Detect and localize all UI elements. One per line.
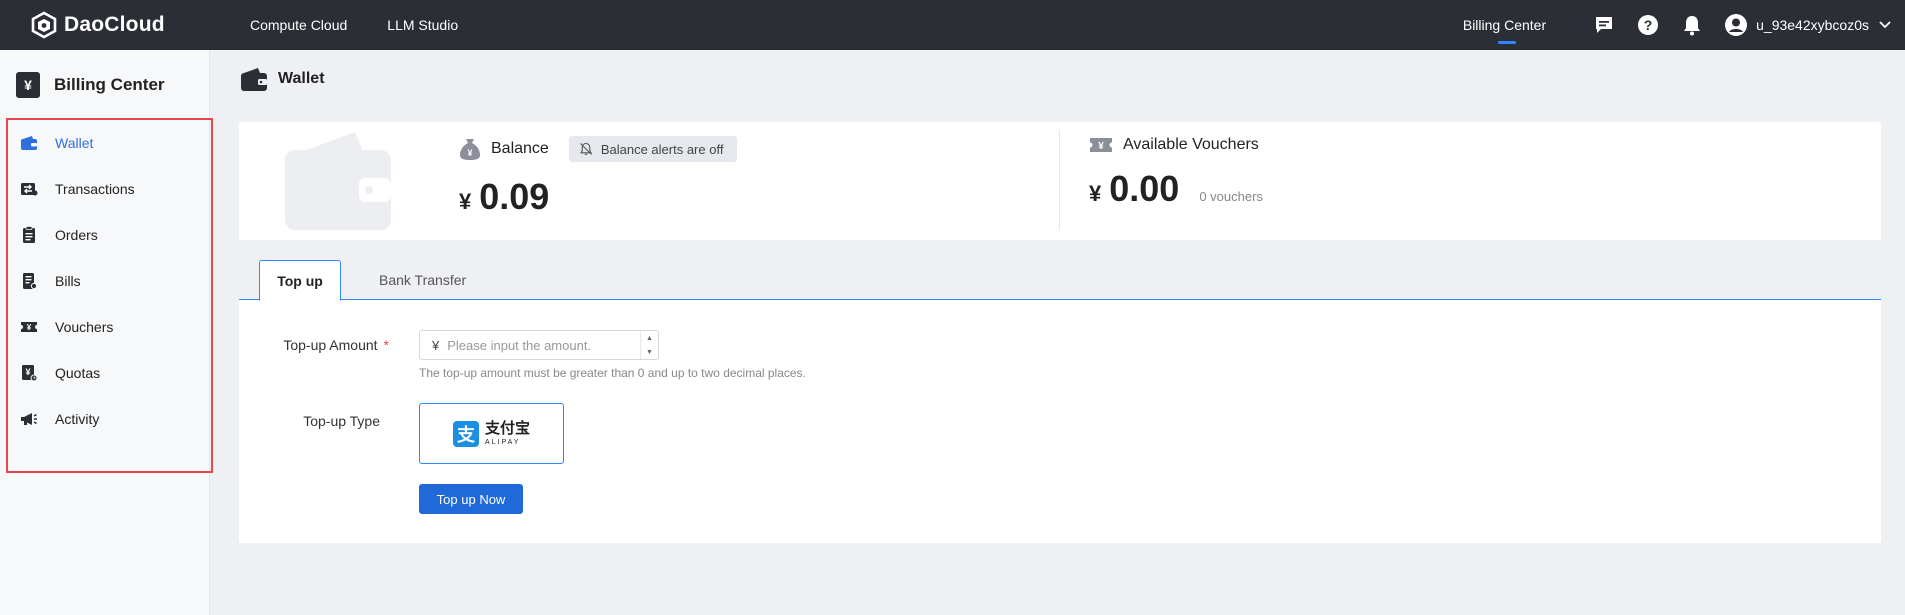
tab-top-up[interactable]: Top up (259, 260, 341, 301)
stepper-down-icon[interactable]: ▼ (641, 345, 658, 359)
money-bag-icon: ¥ (460, 139, 480, 160)
alipay-option[interactable]: 支 支付宝 ALIPAY (419, 403, 564, 464)
topup-amount-label-row: Top-up Amount * (239, 337, 389, 353)
sidebar-item-label: Orders (55, 227, 98, 243)
top-right-actions: Billing Center ? u_93e42xybcoz0s (1463, 0, 1905, 50)
brand-name: DaoCloud (64, 13, 165, 36)
balance-header: ¥ Balance Balance alerts are off (459, 136, 738, 162)
top-bar: DaoCloud Compute Cloud LLM Studio Billin… (0, 0, 1905, 50)
vouchers-value: 0.00 (1109, 168, 1180, 209)
vouchers-section: ¥ Available Vouchers ¥ 0.00 0 vouchers (1089, 136, 1279, 210)
sidebar-menu: Wallet Transactions Orders Bills ¥ Vouch… (0, 120, 210, 442)
wallet-summary-card: ¥ Balance Balance alerts are off ¥ 0.09 … (239, 122, 1881, 240)
sidebar-item-wallet[interactable]: Wallet (0, 120, 210, 166)
top-up-now-button[interactable]: Top up Now (419, 484, 523, 514)
chevron-down-icon (1879, 21, 1891, 29)
balance-alert-label: Balance alerts are off (600, 141, 724, 157)
alipay-icon: 支 (452, 420, 479, 447)
topup-amount-hint: The top-up amount must be greater than 0… (419, 366, 806, 380)
svg-text:¥: ¥ (27, 323, 32, 332)
topnav-billing-center[interactable]: Billing Center (1463, 0, 1546, 50)
page-header: Wallet (240, 66, 325, 92)
svg-text:¥: ¥ (467, 148, 472, 158)
amount-currency: ¥ (432, 337, 440, 353)
vouchers-amount: ¥ 0.00 0 vouchers (1089, 168, 1279, 210)
wallet-icon (20, 134, 38, 152)
balance-alert-toggle[interactable]: Balance alerts are off (568, 136, 738, 162)
billing-center-label: Billing Center (1462, 17, 1547, 33)
sidebar-item-label: Wallet (55, 135, 94, 151)
voucher-ticket-icon: ¥ (1090, 138, 1112, 152)
stepper-up-icon[interactable]: ▲ (641, 331, 658, 345)
topnav-llm-studio[interactable]: LLM Studio (387, 17, 458, 33)
billing-center-icon: ¥ (16, 72, 40, 98)
sidebar-item-label: Quotas (55, 365, 101, 381)
clipboard-icon (20, 226, 38, 244)
alipay-logo: 支 支付宝 ALIPAY (452, 419, 530, 447)
active-tab-indicator (1497, 41, 1516, 44)
alipay-wordmark: 支付宝 ALIPAY (484, 419, 530, 447)
topup-amount-field: ¥ ▲ ▼ (419, 330, 659, 360)
balance-currency: ¥ (459, 189, 472, 214)
ticket-icon: ¥ (20, 318, 38, 336)
sidebar-item-activity[interactable]: Activity (0, 396, 210, 442)
sidebar-item-vouchers[interactable]: ¥ Vouchers (0, 304, 210, 350)
svg-text:¥: ¥ (1098, 141, 1104, 152)
tab-bank-transfer[interactable]: Bank Transfer (379, 260, 466, 300)
vouchers-currency: ¥ (1089, 181, 1102, 206)
topnav-compute-cloud[interactable]: Compute Cloud (250, 17, 347, 33)
bill-icon (20, 272, 38, 290)
topup-amount-label: Top-up Amount (283, 337, 378, 353)
svg-text:¥: ¥ (25, 367, 30, 377)
sidebar-item-transactions[interactable]: Transactions (0, 166, 210, 212)
user-menu[interactable]: u_93e42xybcoz0s (1724, 13, 1891, 37)
topup-amount-input[interactable] (447, 337, 638, 353)
quota-icon: ¥ (20, 364, 38, 382)
sidebar-item-orders[interactable]: Orders (0, 212, 210, 258)
balance-section: ¥ Balance Balance alerts are off ¥ 0.09 (459, 136, 738, 218)
svg-text:?: ? (1644, 17, 1653, 33)
wallet-illustration (283, 128, 393, 235)
alipay-cn-label: 支付宝 (484, 419, 530, 437)
user-name: u_93e42xybcoz0s (1756, 17, 1869, 33)
top-nav: Compute Cloud LLM Studio (220, 17, 498, 33)
daocloud-logo-icon (31, 11, 57, 39)
sidebar-item-quotas[interactable]: ¥ Quotas (0, 350, 210, 396)
page-title: Wallet (278, 70, 325, 87)
balance-value: 0.09 (479, 176, 550, 217)
wallet-icon (241, 68, 267, 91)
sidebar-item-label: Activity (55, 411, 100, 427)
sidebar-item-label: Transactions (55, 181, 135, 197)
message-icon[interactable] (1592, 13, 1616, 37)
sidebar-header: ¥ Billing Center (0, 50, 209, 120)
bell-off-icon (579, 142, 592, 155)
sidebar-title: Billing Center (54, 75, 165, 94)
transactions-icon (20, 180, 38, 198)
help-icon[interactable]: ? (1636, 13, 1660, 37)
avatar-icon (1725, 14, 1748, 36)
balance-amount: ¥ 0.09 (459, 176, 737, 218)
section-divider (1059, 130, 1060, 230)
sidebar-item-label: Vouchers (55, 319, 114, 335)
vouchers-header: ¥ Available Vouchers (1089, 136, 1279, 154)
sidebar-item-bills[interactable]: Bills (0, 258, 210, 304)
notification-bell-icon[interactable] (1680, 13, 1704, 37)
amount-stepper: ▲ ▼ (640, 331, 658, 359)
balance-label: Balance (491, 140, 549, 157)
vouchers-count: 0 vouchers (1199, 189, 1263, 204)
alipay-en-label: ALIPAY (484, 439, 521, 446)
vouchers-label: Available Vouchers (1123, 136, 1259, 153)
megaphone-icon (20, 410, 38, 428)
topup-card: Top up Bank Transfer Top-up Amount * ¥ ▲ … (239, 260, 1881, 543)
brand-logo[interactable]: DaoCloud (30, 11, 220, 39)
topup-type-label: Top-up Type (303, 413, 380, 429)
required-mark: * (383, 337, 389, 353)
sidebar-item-label: Bills (55, 273, 81, 289)
payment-tabs: Top up Bank Transfer (239, 260, 1881, 301)
